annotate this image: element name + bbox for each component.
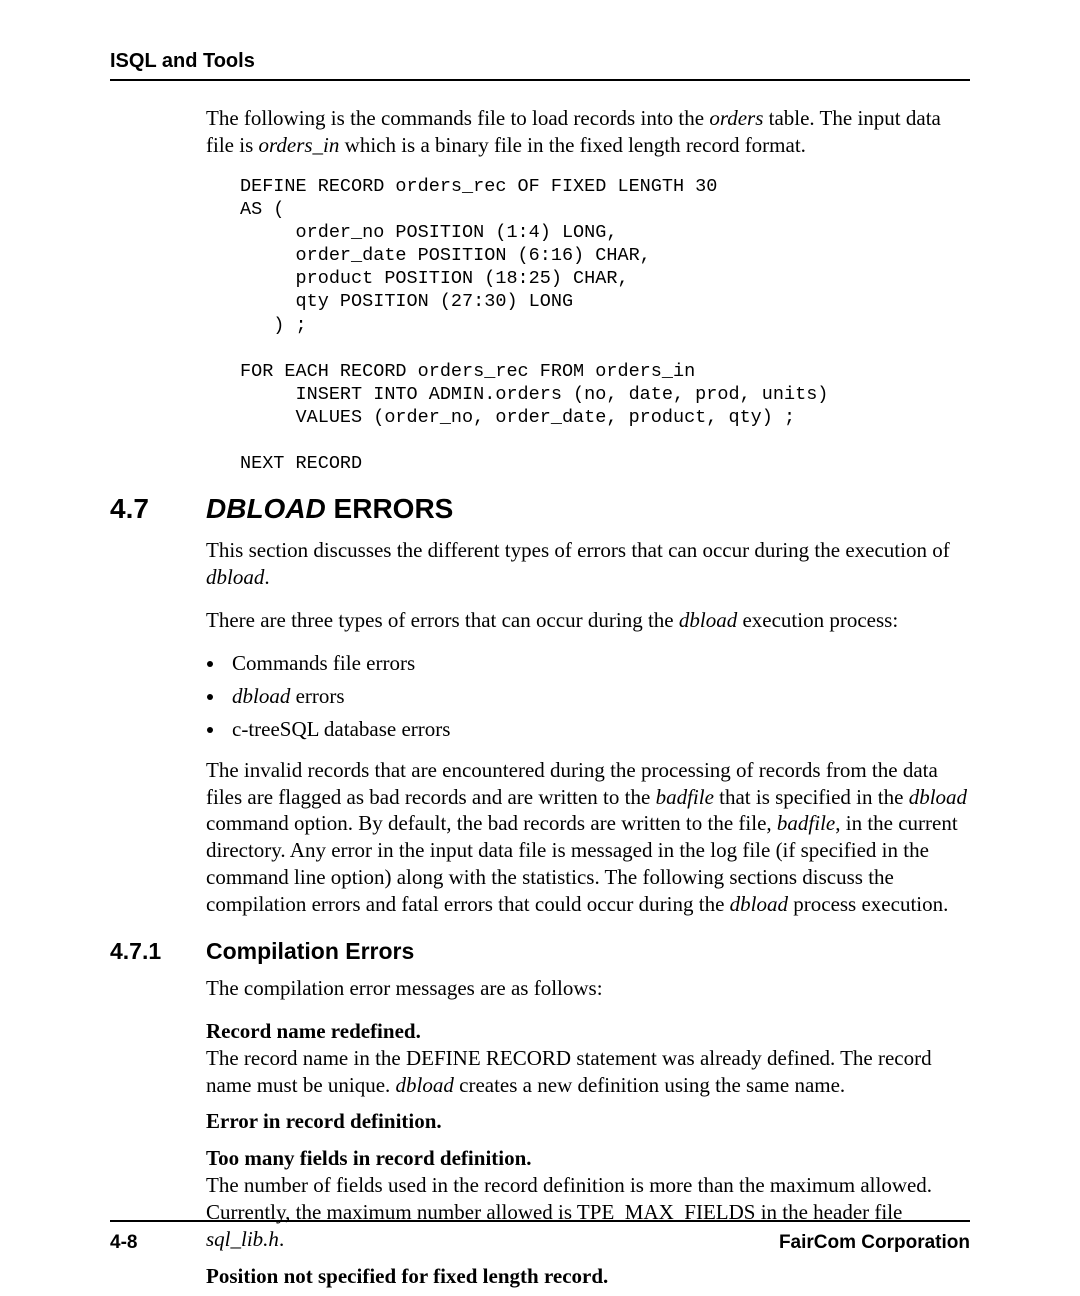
text: that is specified in the [714,785,909,809]
intro-paragraph: The following is the commands file to lo… [206,105,970,159]
text-italic: dbload [909,785,967,809]
text: command option. By default, the bad reco… [206,811,777,835]
text: which is a binary file in the fixed leng… [339,133,806,157]
header-rule [110,79,970,81]
section-number: 4.7.1 [110,938,206,965]
paragraph: The invalid records that are encountered… [206,757,970,918]
section-4-7-1-heading: 4.7.1 Compilation Errors [110,938,970,965]
text-italic: orders_in [259,133,340,157]
text: ERRORS [326,493,454,524]
page-number: 4-8 [110,1232,137,1254]
paragraph: There are three types of errors that can… [206,607,970,634]
footer-rule [110,1220,970,1222]
text-italic: badfile [656,785,714,809]
text-italic: dbload [679,608,737,632]
text-italic: dbload [232,684,290,708]
text: . [264,565,269,589]
text-italic: orders [709,106,763,130]
list-item: Commands file errors [226,650,970,677]
error-term: Too many fields in record definition. [206,1145,970,1172]
text: execution process: [737,608,898,632]
page: ISQL and Tools The following is the comm… [0,0,1080,1296]
text: The following is the commands file to lo… [206,106,709,130]
text: The number of fields used in the record … [206,1173,932,1224]
section-number: 4.7 [110,493,206,525]
error-term: Error in record definition. [206,1108,970,1135]
section-title: DBLOAD ERRORS [206,493,453,525]
text: creates a new definition using the same … [454,1073,845,1097]
text-italic: dbload [730,892,788,916]
paragraph: This section discusses the different typ… [206,537,970,591]
intro-block: The following is the commands file to lo… [206,105,970,475]
code-block: DEFINE RECORD orders_rec OF FIXED LENGTH… [240,175,970,476]
list-item: dbload errors [226,683,970,710]
running-head: ISQL and Tools [110,50,970,73]
error-description: The record name in the DEFINE RECORD sta… [206,1045,970,1099]
footer-row: 4-8 FairCom Corporation [110,1232,970,1254]
error-types-list: Commands file errors dbload errors c-tre… [206,650,970,743]
text-italic: dbload [206,565,264,589]
page-footer: 4-8 FairCom Corporation [110,1220,970,1254]
text: process execution. [788,892,948,916]
text: Commands file errors [232,651,415,675]
text: There are three types of errors that can… [206,608,679,632]
section-title: Compilation Errors [206,938,414,965]
text-italic: badfile [777,811,835,835]
error-term: Record name redefined. [206,1018,970,1045]
section-4-7-heading: 4.7 DBLOAD ERRORS [110,493,970,525]
text: errors [290,684,344,708]
section-4-7-body: This section discusses the different typ… [206,537,970,918]
footer-company: FairCom Corporation [779,1232,970,1254]
list-item: c-treeSQL database errors [226,716,970,743]
text: c-treeSQL database errors [232,717,450,741]
text-italic: dbload [396,1073,454,1097]
paragraph: The compilation error messages are as fo… [206,975,970,1002]
text-italic: DBLOAD [206,493,326,524]
text: This section discusses the different typ… [206,538,950,562]
error-term: Position not specified for fixed length … [206,1263,970,1290]
